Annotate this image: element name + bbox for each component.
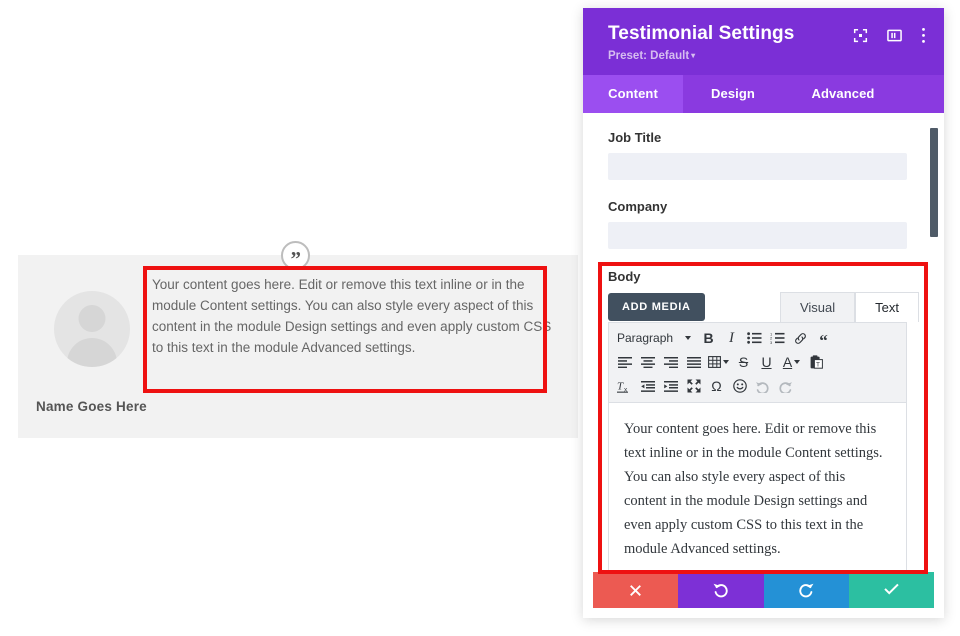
editor-content-area[interactable]: Your content goes here. Edit or remove t…	[609, 403, 906, 572]
blockquote-icon[interactable]: “	[812, 327, 835, 349]
align-center-icon[interactable]	[636, 351, 659, 373]
avatar-head-shape	[79, 305, 106, 332]
panel-scrollbar[interactable]	[930, 128, 938, 237]
tab-advanced[interactable]: Advanced	[783, 75, 903, 113]
chevron-down-icon	[723, 360, 729, 364]
format-select[interactable]: Paragraph	[613, 331, 697, 345]
align-right-icon[interactable]	[659, 351, 682, 373]
undo-icon[interactable]	[751, 375, 774, 397]
clear-formatting-icon[interactable]: T x	[613, 375, 636, 397]
underline-icon[interactable]: U	[755, 351, 778, 373]
format-select-value: Paragraph	[617, 331, 673, 345]
bulleted-list-icon[interactable]	[743, 327, 766, 349]
more-options-icon[interactable]	[921, 27, 926, 44]
chevron-down-icon	[794, 360, 800, 364]
redo-button[interactable]	[764, 572, 849, 608]
quote-mark-icon: ”	[281, 241, 310, 270]
link-icon[interactable]	[789, 327, 812, 349]
chevron-down-icon: ▾	[691, 51, 695, 60]
testimonial-author-name[interactable]: Name Goes Here	[36, 399, 147, 414]
editor-toolbar: Paragraph B I	[609, 323, 906, 403]
redo-icon	[798, 582, 815, 598]
svg-text:T: T	[617, 381, 624, 393]
align-left-icon[interactable]	[613, 351, 636, 373]
chevron-down-icon	[685, 336, 691, 340]
editor-top-row: ADD MEDIA Visual Text	[608, 292, 919, 322]
close-icon	[628, 583, 643, 598]
undo-button[interactable]	[678, 572, 763, 608]
toolbar-row-1: Paragraph B I	[613, 326, 904, 350]
add-media-button[interactable]: ADD MEDIA	[608, 293, 705, 321]
italic-icon[interactable]: I	[720, 327, 743, 349]
job-title-input[interactable]	[608, 153, 907, 180]
checkmark-icon	[883, 583, 900, 597]
split-view-icon[interactable]	[887, 28, 902, 43]
company-label: Company	[608, 199, 919, 214]
cancel-button[interactable]	[593, 572, 678, 608]
outdent-icon[interactable]	[636, 375, 659, 397]
company-input[interactable]	[608, 222, 907, 249]
preset-label: Preset: Default	[608, 50, 689, 62]
special-character-icon[interactable]: Ω	[705, 375, 728, 397]
rich-text-editor: Paragraph B I	[608, 322, 907, 572]
job-title-label: Job Title	[608, 130, 919, 145]
panel-tab-bar: Content Design Advanced	[583, 75, 944, 113]
testimonial-body-text[interactable]: Your content goes here. Edit or remove t…	[152, 274, 557, 358]
panel-title: Testimonial Settings	[608, 23, 794, 45]
preset-selector[interactable]: Preset: Default▾	[608, 50, 695, 62]
panel-body: Job Title Company Body ADD MEDIA Visual …	[583, 113, 944, 572]
avatar-body-shape	[67, 338, 117, 367]
paste-as-text-icon[interactable]: T	[805, 351, 828, 373]
tab-text[interactable]: Text	[855, 292, 919, 322]
toolbar-row-2: S U A T	[613, 350, 904, 374]
testimonial-module-card[interactable]: Your content goes here. Edit or remove t…	[18, 255, 578, 438]
tab-design[interactable]: Design	[683, 75, 783, 113]
editor-mode-tabs: Visual Text	[780, 292, 919, 322]
undo-icon	[712, 582, 729, 598]
testimonial-preview-area: ” Your content goes here. Edit or remove…	[0, 0, 578, 636]
focus-mode-icon[interactable]	[853, 28, 868, 43]
app-root: ” Your content goes here. Edit or remove…	[0, 0, 960, 636]
user-avatar-placeholder-icon	[54, 291, 130, 367]
numbered-list-icon[interactable]: 1 2 3	[766, 327, 789, 349]
indent-icon[interactable]	[659, 375, 682, 397]
svg-text:3: 3	[770, 340, 773, 344]
redo-icon[interactable]	[774, 375, 797, 397]
tab-visual[interactable]: Visual	[780, 292, 855, 322]
tab-content[interactable]: Content	[583, 75, 683, 113]
panel-header-icons	[853, 27, 926, 44]
emoji-icon[interactable]	[728, 375, 751, 397]
bold-icon[interactable]: B	[697, 327, 720, 349]
testimonial-settings-panel: Testimonial Settings	[583, 8, 944, 618]
save-button[interactable]	[849, 572, 934, 608]
align-justify-icon[interactable]	[682, 351, 705, 373]
strikethrough-icon[interactable]: S	[732, 351, 755, 373]
toolbar-row-3: T x	[613, 374, 904, 398]
body-label: Body	[608, 269, 919, 284]
fullscreen-icon[interactable]	[682, 375, 705, 397]
quote-glyph: ”	[291, 249, 301, 270]
svg-text:T: T	[816, 362, 820, 369]
panel-header: Testimonial Settings	[583, 8, 944, 75]
text-color-icon[interactable]: A	[778, 351, 805, 373]
panel-footer	[593, 572, 934, 608]
body-field-group: Body ADD MEDIA Visual Text Paragraph	[608, 269, 919, 572]
table-icon[interactable]	[705, 351, 732, 373]
